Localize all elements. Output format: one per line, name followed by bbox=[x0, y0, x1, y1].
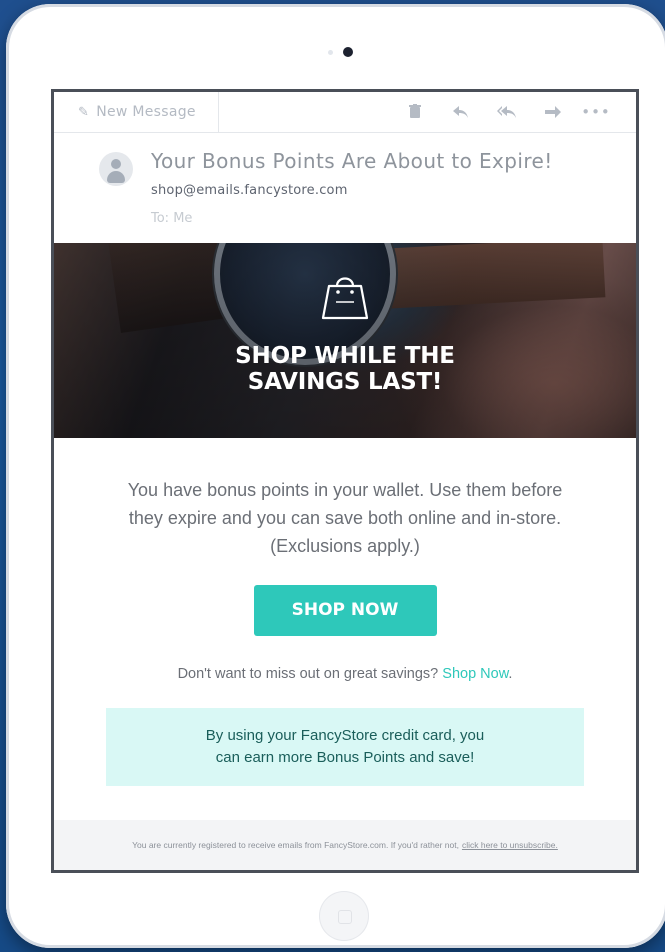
shopping-bag-icon bbox=[321, 277, 369, 320]
new-message-button[interactable]: ✎ New Message bbox=[54, 92, 219, 132]
tablet-frame: ✎ New Message ••• Your Bonus Points Are … bbox=[6, 4, 665, 948]
email-recipient: To: Me bbox=[151, 211, 193, 226]
email-screen: ✎ New Message ••• Your Bonus Points Are … bbox=[51, 89, 639, 873]
email-footer: You are currently registered to receive … bbox=[54, 820, 636, 870]
email-toolbar: ✎ New Message ••• bbox=[54, 92, 636, 133]
email-header: Your Bonus Points Are About to Expire! s… bbox=[54, 133, 636, 243]
promo-line1: By using your FancyStore credit card, yo… bbox=[205, 727, 485, 744]
toolbar-actions: ••• bbox=[392, 92, 616, 132]
hero-title-line1: SHOP WHILE THE bbox=[235, 343, 455, 369]
forward-icon[interactable] bbox=[530, 103, 576, 122]
secondary-text-label: Don't want to miss out on great savings? bbox=[177, 666, 439, 682]
pencil-icon: ✎ bbox=[78, 104, 90, 120]
shop-now-link[interactable]: Shop Now bbox=[442, 666, 508, 682]
email-subject: Your Bonus Points Are About to Expire! bbox=[151, 149, 553, 173]
camera-icon bbox=[343, 47, 353, 57]
reply-all-icon[interactable] bbox=[484, 103, 530, 122]
new-message-label: New Message bbox=[96, 104, 196, 120]
email-sender[interactable]: shop@emails.fancystore.com bbox=[151, 183, 348, 198]
home-button[interactable] bbox=[319, 891, 369, 941]
promo-box: By using your FancyStore credit card, yo… bbox=[106, 708, 584, 786]
trash-icon[interactable] bbox=[392, 103, 438, 122]
secondary-period: . bbox=[508, 666, 513, 682]
body-message: You have bonus points in your wallet. Us… bbox=[127, 480, 563, 556]
shop-now-button[interactable]: SHOP NOW bbox=[253, 585, 437, 636]
hero-title-line2: SAVINGS LAST! bbox=[247, 369, 443, 395]
avatar-head bbox=[111, 159, 121, 169]
email-body: You have bonus points in your wallet. Us… bbox=[54, 476, 636, 786]
promo-line2: can earn more Bonus Points and save! bbox=[215, 749, 475, 766]
unsubscribe-link[interactable]: click here to unsubscribe. bbox=[462, 840, 558, 850]
avatar-body bbox=[107, 171, 125, 183]
hero-title: SHOP WHILE THE SAVINGS LAST! bbox=[54, 343, 636, 395]
hero-banner: SHOP WHILE THE SAVINGS LAST! bbox=[54, 243, 636, 438]
home-button-square-icon bbox=[338, 910, 352, 924]
avatar bbox=[99, 152, 133, 186]
reply-icon[interactable] bbox=[438, 103, 484, 122]
sensor-dot bbox=[328, 50, 333, 55]
footer-text: You are currently registered to receive … bbox=[132, 840, 459, 850]
more-icon[interactable]: ••• bbox=[576, 103, 616, 121]
secondary-text: Don't want to miss out on great savings?… bbox=[54, 666, 636, 682]
